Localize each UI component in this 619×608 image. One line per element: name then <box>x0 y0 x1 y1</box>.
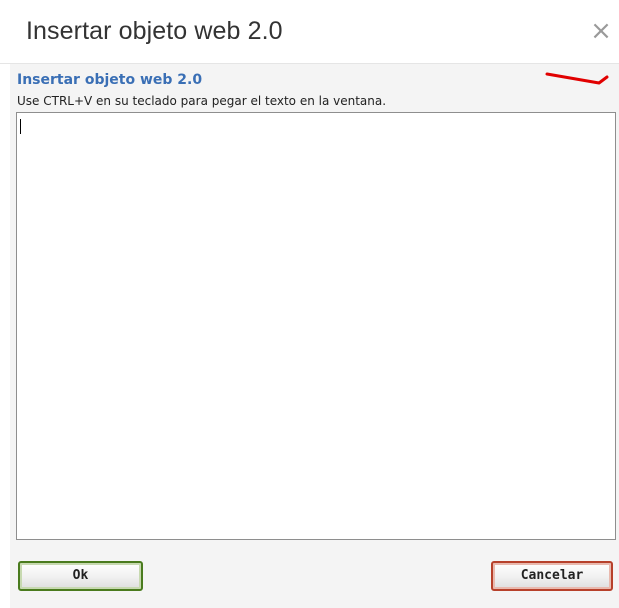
dialog-header: Insertar objeto web 2.0 × <box>0 0 619 64</box>
dialog-title: Insertar objeto web 2.0 <box>26 17 283 45</box>
text-cursor <box>20 119 21 134</box>
section-title: Insertar objeto web 2.0 <box>17 72 203 88</box>
paste-instructions: Use CTRL+V en su teclado para pegar el t… <box>17 94 387 108</box>
close-icon[interactable]: × <box>588 18 614 44</box>
dialog-body: Insertar objeto web 2.0 Use CTRL+V en su… <box>10 64 619 608</box>
cancel-button[interactable]: Cancelar <box>491 561 613 591</box>
paste-text-area[interactable] <box>16 112 616 540</box>
insert-web-object-dialog: Insertar objeto web 2.0 × Insertar objet… <box>0 0 619 608</box>
ok-button[interactable]: Ok <box>18 561 143 591</box>
